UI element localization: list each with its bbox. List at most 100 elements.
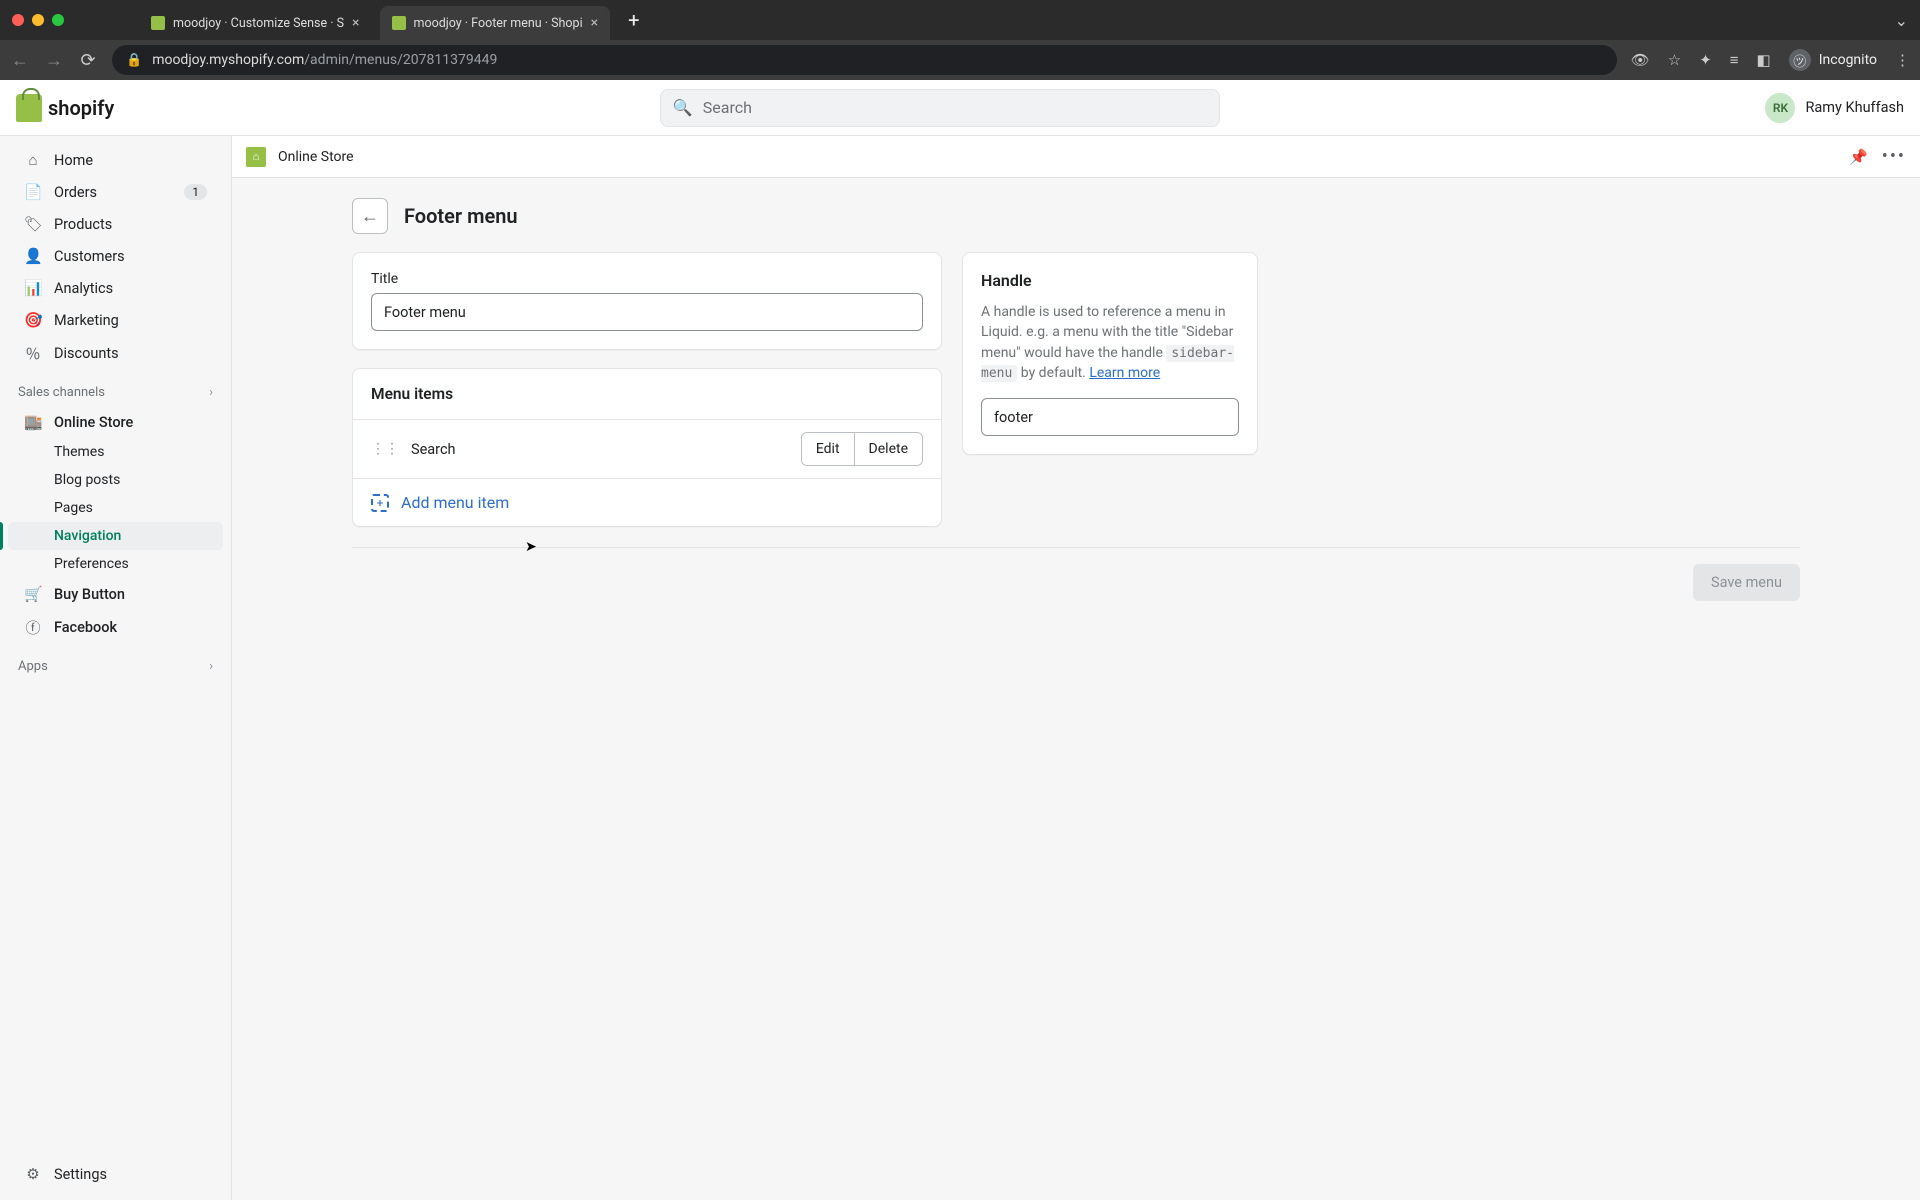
orders-badge: 1: [184, 184, 207, 200]
close-tab-icon[interactable]: ×: [591, 15, 598, 31]
more-icon[interactable]: •••: [1882, 146, 1906, 167]
edit-button[interactable]: Edit: [802, 433, 855, 465]
chevron-right-icon: ›: [209, 385, 213, 400]
context-bar: ⌂ Online Store 📌 •••: [232, 136, 1920, 178]
delete-button[interactable]: Delete: [855, 433, 922, 465]
favicon-icon: [392, 16, 406, 30]
discounts-icon: ％: [24, 343, 42, 364]
sidebar-sub-preferences[interactable]: Preferences: [8, 550, 223, 578]
browser-tab-0[interactable]: moodjoy · Customize Sense · S ×: [139, 6, 372, 40]
nav-label: Analytics: [54, 280, 113, 297]
nav-label: Discounts: [54, 345, 119, 362]
incognito-icon: ㋡: [1789, 49, 1811, 71]
url-path: /admin/menus/207811379449: [304, 52, 497, 68]
chevron-down-icon[interactable]: ⌄: [1895, 11, 1908, 30]
sidebar-item-discounts[interactable]: ％ Discounts: [8, 336, 223, 371]
search-placeholder: Search: [703, 98, 752, 117]
marketing-icon: 🎯: [24, 311, 42, 329]
sidebar-item-analytics[interactable]: 📊 Analytics: [8, 272, 223, 304]
user-menu[interactable]: RK Ramy Khuffash: [1765, 93, 1904, 123]
sales-channels-header[interactable]: Sales channels›: [0, 371, 231, 406]
sidebar-item-home[interactable]: ⌂Home: [8, 144, 223, 176]
sidebar-item-settings[interactable]: ⚙Settings: [8, 1158, 223, 1190]
nav-label: Online Store: [54, 414, 133, 431]
shopify-logo-icon: [16, 94, 42, 122]
tab-title: moodjoy · Footer menu · Shopi: [414, 16, 583, 31]
sidebar-item-customers[interactable]: 👤 Customers: [8, 240, 223, 272]
drag-handle-icon[interactable]: ⋮⋮: [371, 441, 399, 457]
nav-label: Settings: [54, 1166, 107, 1183]
analytics-icon: 📊: [24, 279, 42, 297]
orders-icon: 📄: [24, 183, 42, 201]
handle-description: A handle is used to reference a menu in …: [981, 302, 1239, 384]
back-icon[interactable]: ←: [10, 50, 30, 71]
menu-items-header: Menu items: [353, 369, 941, 419]
learn-more-link[interactable]: Learn more: [1089, 365, 1160, 381]
title-card: Title: [352, 252, 942, 350]
close-tab-icon[interactable]: ×: [352, 15, 359, 31]
nav-label: Customers: [54, 248, 125, 265]
add-icon: +: [371, 494, 389, 512]
url-host: moodjoy.myshopify.com: [152, 52, 304, 68]
products-icon: 🏷: [24, 215, 42, 233]
nav-label: Buy Button: [54, 586, 125, 603]
sidebar-sub-blog-posts[interactable]: Blog posts: [8, 466, 223, 494]
sidebar-sub-pages[interactable]: Pages: [8, 494, 223, 522]
title-input[interactable]: [371, 293, 923, 331]
menu-items-card: Menu items ⋮⋮ Search Edit Delete +: [352, 368, 942, 527]
facebook-icon: ⓕ: [24, 617, 42, 638]
browser-tab-1[interactable]: moodjoy · Footer menu · Shopi ×: [380, 6, 611, 40]
new-tab-button[interactable]: +: [628, 8, 639, 32]
handle-input[interactable]: [981, 398, 1239, 436]
avatar: RK: [1765, 93, 1795, 123]
extensions-icon[interactable]: ✦: [1699, 51, 1712, 69]
reload-icon[interactable]: ⟳: [78, 50, 98, 71]
sidebar-item-online-store[interactable]: 🏬Online Store: [8, 406, 223, 438]
browser-tab-strip: moodjoy · Customize Sense · S × moodjoy …: [0, 0, 1920, 40]
handle-desc-text: by default.: [1017, 365, 1089, 381]
address-bar[interactable]: 🔒 moodjoy.myshopify.com/admin/menus/2078…: [112, 45, 1617, 75]
save-menu-button[interactable]: Save menu: [1693, 564, 1800, 601]
window-controls: [12, 14, 64, 26]
section-label-text: Apps: [18, 659, 48, 674]
handle-title: Handle: [981, 271, 1239, 290]
logo-text: shopify: [48, 96, 114, 120]
handle-card: Handle A handle is used to reference a m…: [962, 252, 1258, 455]
main-content: ⌂ Online Store 📌 ••• ← Footer menu Title: [232, 136, 1920, 1200]
context-title: Online Store: [278, 149, 354, 165]
apps-header[interactable]: Apps›: [0, 645, 231, 680]
customers-icon: 👤: [24, 247, 42, 265]
star-icon[interactable]: ☆: [1668, 51, 1681, 69]
nav-label: Products: [54, 216, 112, 233]
sidebar-item-orders[interactable]: 📄 Orders 1: [8, 176, 223, 208]
incognito-label: Incognito: [1819, 52, 1877, 68]
sidebar-item-marketing[interactable]: 🎯Marketing: [8, 304, 223, 336]
title-field-label: Title: [371, 271, 923, 287]
sidebar: ⌂Home 📄 Orders 1 🏷 Products 👤 Customers 📊 Ana…: [0, 136, 232, 1200]
kebab-menu-icon[interactable]: ⋮: [1895, 51, 1910, 69]
add-menu-item-button[interactable]: + Add menu item: [353, 478, 941, 526]
minimize-window-icon[interactable]: [32, 14, 44, 26]
shopify-logo[interactable]: shopify: [16, 94, 114, 122]
side-panel-icon[interactable]: ◧: [1757, 51, 1771, 69]
sidebar-sub-themes[interactable]: Themes: [8, 438, 223, 466]
favicon-icon: [151, 16, 165, 30]
back-button[interactable]: ←: [352, 198, 388, 234]
search-input[interactable]: 🔍 Search: [660, 89, 1220, 127]
sidebar-item-facebook[interactable]: ⓕFacebook: [8, 610, 223, 645]
sidebar-item-buy-button[interactable]: 🛒Buy Button: [8, 578, 223, 610]
eye-off-icon[interactable]: 👁: [1631, 51, 1650, 69]
sidebar-sub-navigation[interactable]: Navigation: [8, 522, 223, 550]
lock-icon: 🔒: [126, 53, 142, 68]
maximize-window-icon[interactable]: [52, 14, 64, 26]
pin-icon[interactable]: 📌: [1849, 148, 1868, 166]
reading-list-icon[interactable]: ≡: [1730, 51, 1739, 69]
menu-item-row: ⋮⋮ Search Edit Delete: [353, 419, 941, 478]
incognito-badge[interactable]: ㋡ Incognito: [1789, 49, 1877, 71]
arrow-left-icon: ←: [361, 206, 379, 227]
url-bar: ← → ⟳ 🔒 moodjoy.myshopify.com/admin/menu…: [0, 40, 1920, 80]
close-window-icon[interactable]: [12, 14, 24, 26]
user-name: Ramy Khuffash: [1805, 99, 1904, 116]
nav-label: Orders: [54, 184, 97, 201]
sidebar-item-products[interactable]: 🏷 Products: [8, 208, 223, 240]
